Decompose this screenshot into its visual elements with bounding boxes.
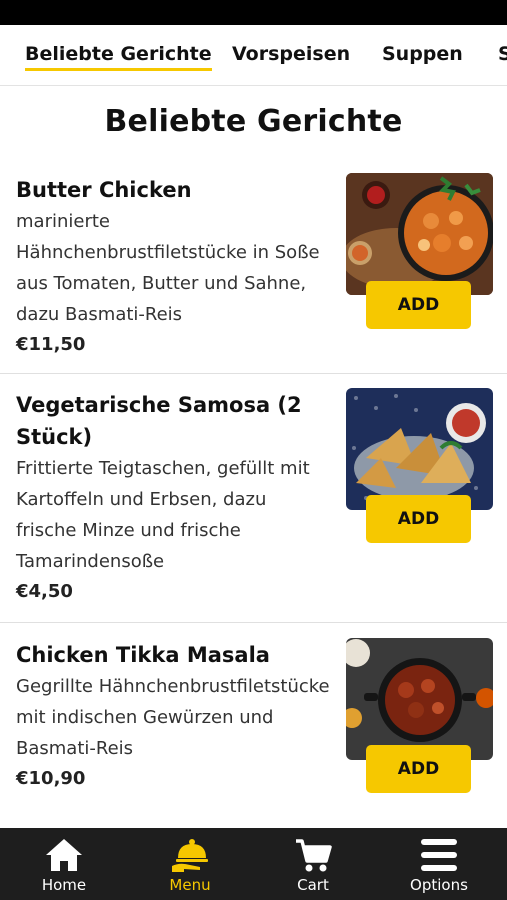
add-button[interactable]: ADD [366,495,471,543]
serving-cloche-icon [172,839,208,872]
category-tabs: Beliebte Gerichte Vorspeisen Suppen S [0,25,507,86]
item-image [346,388,493,510]
nav-label: Menu [169,876,211,894]
hamburger-menu-icon [421,839,457,871]
nav-label: Options [410,876,468,894]
menu-item: Chicken Tikka Masala Gegrillte Hähnchenb… [0,623,507,828]
tab-beliebte-gerichte[interactable]: Beliebte Gerichte [25,43,212,71]
home-icon [46,839,82,871]
item-description: Gegrillte Hähnchenbrustfiletstücke mit i… [16,676,330,759]
item-name: Chicken Tikka Masala [16,643,270,667]
item-price: €4,50 [16,581,73,602]
nav-cart[interactable]: Cart [250,828,376,900]
nav-label: Cart [297,876,329,894]
item-description: Frittierte Teigtaschen, gefüllt mit Kart… [16,458,310,572]
nav-menu[interactable]: Menu [127,828,253,900]
item-image [346,638,493,760]
item-name: Butter Chicken [16,178,192,202]
item-price: €11,50 [16,334,86,355]
item-name: Vegetarische Samosa (2 Stück) [16,393,302,449]
item-price: €10,90 [16,768,86,789]
menu-item: Butter Chicken marinierte Hähnchenbrustf… [0,162,507,374]
bottom-navigation: Home Menu Cart Options [0,828,507,900]
cart-icon [296,839,332,872]
nav-options[interactable]: Options [376,828,502,900]
add-button[interactable]: ADD [366,745,471,793]
page-title: Beliebte Gerichte [104,104,403,139]
nav-home[interactable]: Home [1,828,127,900]
item-description: marinierte Hähnchenbrustfiletstücke in S… [16,211,320,325]
add-button[interactable]: ADD [366,281,471,329]
status-bar [0,0,507,25]
tab-vorspeisen[interactable]: Vorspeisen [232,43,350,65]
item-image [346,173,493,295]
tab-suppen[interactable]: Suppen [382,43,463,65]
nav-label: Home [41,876,87,894]
tab-partial[interactable]: S [498,43,507,65]
menu-item: Vegetarische Samosa (2 Stück) Frittierte… [0,374,507,623]
